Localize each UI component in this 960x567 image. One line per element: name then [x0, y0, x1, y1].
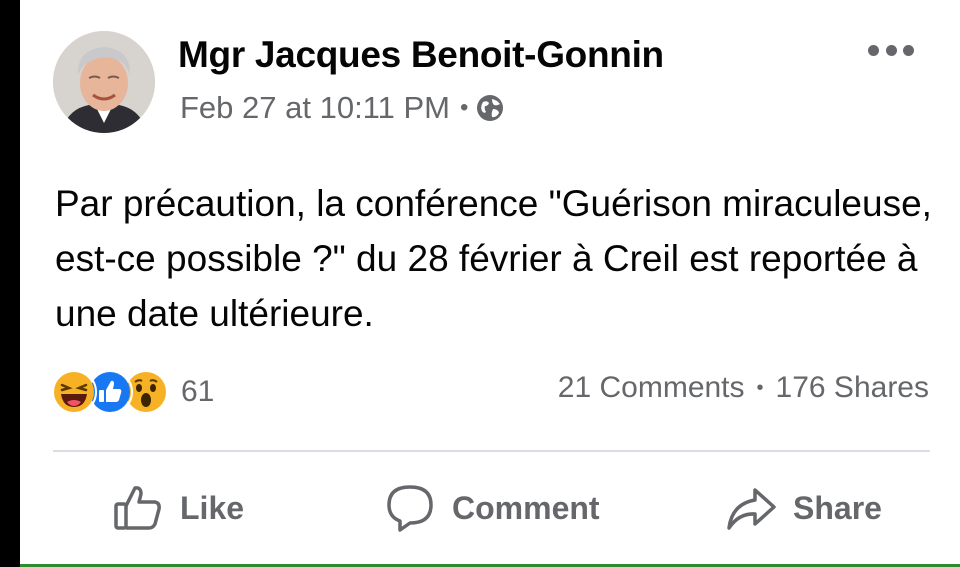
more-dot	[868, 44, 879, 56]
avatar[interactable]	[53, 31, 155, 133]
comment-button[interactable]: Comment	[384, 478, 600, 538]
haha-reaction-icon	[51, 369, 97, 415]
reaction-count: 61	[181, 375, 215, 408]
engagement-counts: 21 Comments • 176 Shares	[558, 371, 929, 405]
post-meta: Feb 27 at 10:11 PM •	[180, 90, 505, 126]
share-label: Share	[793, 489, 882, 526]
more-options-icon[interactable]	[868, 38, 914, 62]
globe-icon[interactable]	[475, 93, 505, 123]
profile-photo	[53, 31, 155, 133]
more-dot	[885, 44, 897, 56]
comments-count-link[interactable]: 21 Comments	[558, 371, 745, 405]
comment-bubble-icon	[387, 485, 433, 532]
shares-count-link[interactable]: 176 Shares	[776, 371, 929, 405]
meta-separator: •	[459, 94, 469, 121]
like-label: Like	[180, 489, 245, 526]
counts-separator: •	[756, 376, 764, 399]
author-name[interactable]: Mgr Jacques Benoit-Gonnin	[178, 34, 664, 76]
more-dot	[903, 44, 914, 56]
share-arrow-icon	[727, 488, 776, 530]
share-button[interactable]: Share	[725, 478, 882, 538]
like-button[interactable]: Like	[112, 478, 244, 538]
post-text: Par précaution, la conférence "Guérison …	[55, 183, 932, 334]
thumbs-up-icon	[114, 486, 161, 530]
action-bar: Like Comment Share	[0, 478, 960, 538]
comment-label: Comment	[452, 489, 600, 526]
post-timestamp[interactable]: Feb 27 at 10:11 PM	[180, 90, 450, 126]
divider	[53, 450, 930, 452]
reactions-summary[interactable]: 61	[51, 369, 214, 415]
